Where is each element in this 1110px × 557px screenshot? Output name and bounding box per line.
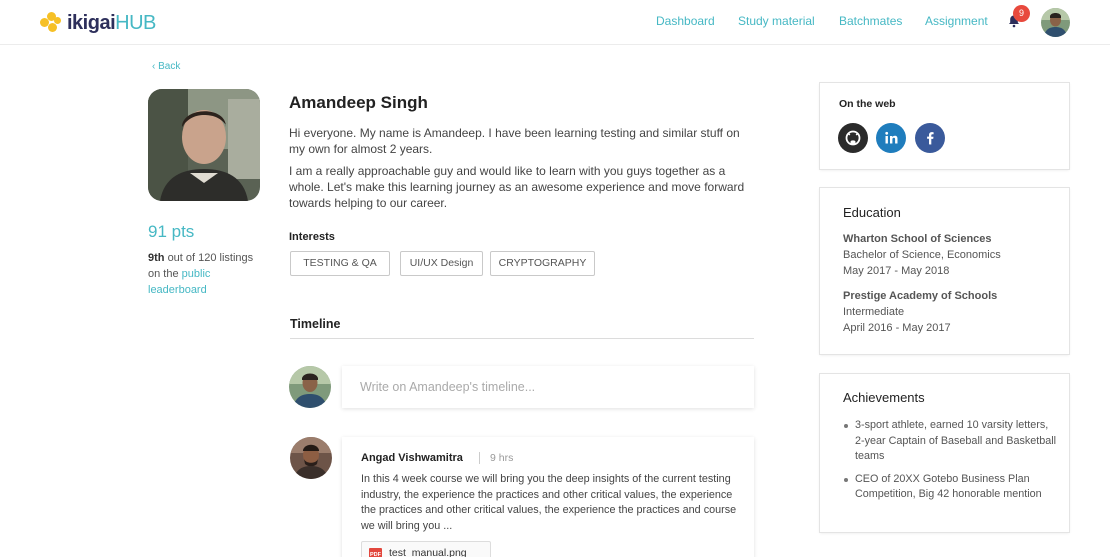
on-the-web-heading: On the web: [839, 98, 896, 110]
education-school: Wharton School of Sciences: [843, 233, 992, 245]
education-heading: Education: [843, 205, 901, 220]
brand-name: ikigaiHUB: [67, 12, 156, 35]
nav-study-material[interactable]: Study material: [738, 14, 815, 28]
achievement-item: CEO of 20XX Gotebo Business Plan Competi…: [843, 472, 1058, 503]
brand-name-part2: HUB: [115, 11, 156, 34]
brand-logo[interactable]: ikigaiHUB: [40, 10, 156, 36]
education-school: Prestige Academy of Schools: [843, 290, 998, 302]
interest-tag[interactable]: TESTING & QA: [290, 251, 390, 276]
profile-name: Amandeep Singh: [289, 93, 428, 112]
back-label: Back: [158, 61, 181, 72]
bio-paragraph-1: Hi everyone. My name is Amandeep. I have…: [289, 126, 740, 156]
post-timestamp: 9 hrs: [490, 452, 514, 464]
nav-dashboard[interactable]: Dashboard: [656, 14, 715, 28]
composer-avatar: [289, 366, 331, 408]
education-dates: May 2017 - May 2018: [843, 265, 950, 277]
linkedin-icon[interactable]: [876, 123, 906, 153]
achievements-list: 3-sport athlete, earned 10 varsity lette…: [843, 418, 1058, 510]
logo-flower-icon: [40, 10, 66, 36]
user-avatar[interactable]: [1041, 8, 1070, 37]
notification-badge[interactable]: 9: [1013, 5, 1030, 22]
education-degree: Bachelor of Science, Economics: [843, 249, 1001, 261]
pdf-icon: PDF: [369, 548, 382, 557]
education-card: Education Wharton School of Sciences Bac…: [820, 188, 1069, 354]
top-navbar: ikigaiHUB Dashboard Study material Batch…: [0, 0, 1110, 45]
brand-name-part1: ikigai: [67, 11, 116, 34]
leaderboard-rank: 9th out of 120 listings on the public le…: [148, 250, 258, 298]
nav-batchmates[interactable]: Batchmates: [839, 14, 902, 28]
interest-tag[interactable]: UI/UX Design: [400, 251, 483, 276]
achievement-item: 3-sport athlete, earned 10 varsity lette…: [843, 418, 1058, 465]
achievements-heading: Achievements: [843, 390, 925, 405]
post-body: In this 4 week course we will bring you …: [361, 473, 737, 533]
rank-value: 9th: [148, 252, 165, 264]
timeline-composer-input[interactable]: [342, 366, 754, 408]
post-meta-divider: [479, 452, 480, 464]
education-degree: Intermediate: [843, 306, 905, 318]
on-the-web-card: On the web: [820, 83, 1069, 169]
profile-photo: [148, 89, 260, 201]
post-author-name[interactable]: Angad Vishwamitra: [361, 452, 463, 464]
post-author-avatar[interactable]: [290, 437, 332, 479]
attachment-filename: test_manual.png: [389, 547, 467, 557]
timeline-heading: Timeline: [290, 317, 341, 331]
interest-tag[interactable]: CRYPTOGRAPHY: [490, 251, 595, 276]
education-dates: April 2016 - May 2017: [843, 322, 951, 334]
nav-assignment[interactable]: Assignment: [925, 14, 988, 28]
timeline-divider: [290, 338, 754, 339]
bio-paragraph-2: I am a really approachable guy and would…: [289, 164, 745, 210]
timeline-post: Angad Vishwamitra 9 hrs In this 4 week c…: [342, 437, 754, 557]
points-total: 91 pts: [148, 222, 195, 241]
github-icon[interactable]: [838, 123, 868, 153]
achievements-card: Achievements 3-sport athlete, earned 10 …: [820, 374, 1069, 532]
interests-heading: Interests: [289, 231, 335, 243]
facebook-icon[interactable]: [915, 123, 945, 153]
back-link[interactable]: ‹ Back: [152, 61, 180, 72]
chevron-left-icon: ‹: [152, 61, 156, 72]
post-attachment[interactable]: PDF test_manual.png: [361, 541, 491, 557]
